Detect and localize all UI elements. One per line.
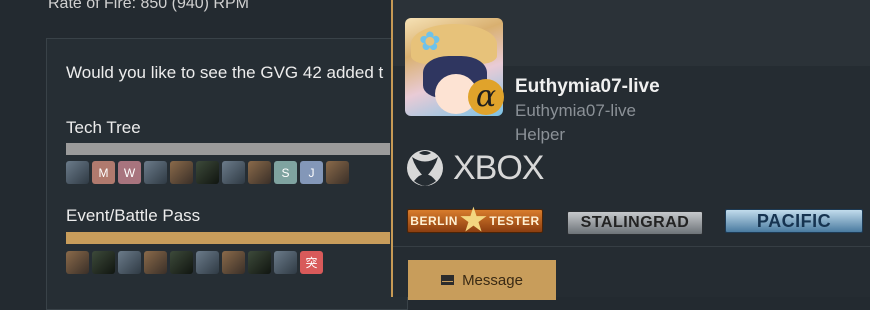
voter-avatar[interactable] bbox=[92, 251, 115, 274]
star-icon: ★ bbox=[459, 204, 488, 237]
voter-avatar[interactable] bbox=[118, 251, 141, 274]
badge-text-berlin: BERLIN bbox=[410, 214, 458, 228]
voter-avatar[interactable] bbox=[66, 161, 89, 184]
message-button-label: Message bbox=[462, 271, 523, 289]
berlin-tester-badge: BERLIN ★ TESTER bbox=[407, 204, 543, 237]
poll-voter-list: 突 bbox=[66, 251, 323, 274]
flower-icon: ✿ bbox=[419, 26, 441, 56]
voter-avatar[interactable] bbox=[66, 251, 89, 274]
voter-avatar-letter[interactable]: 突 bbox=[300, 251, 323, 274]
poll-option-label: Event/Battle Pass bbox=[66, 206, 201, 225]
voter-avatar-letter[interactable]: M bbox=[92, 161, 115, 184]
member-tooltip: ✿ α Euthymia07-live Euthymia07-live Help… bbox=[391, 0, 870, 300]
stalingrad-badge: STALINGRAD bbox=[567, 211, 703, 235]
badge-text-tester: TESTER bbox=[489, 214, 540, 228]
xbox-platform-badge: XBOX bbox=[405, 148, 544, 188]
badge-text-stalingrad: STALINGRAD bbox=[580, 214, 690, 231]
xbox-logo-icon bbox=[407, 150, 443, 186]
poll-result-bar-fill bbox=[66, 232, 390, 244]
alpha-badge-icon: α bbox=[468, 79, 504, 115]
voter-avatar[interactable] bbox=[170, 161, 193, 184]
voter-avatar[interactable] bbox=[222, 161, 245, 184]
badge-text-pacific: PACIFIC bbox=[756, 210, 832, 231]
voter-avatar[interactable] bbox=[170, 251, 193, 274]
voter-avatar[interactable] bbox=[274, 251, 297, 274]
poll-question: Would you like to see the GVG 42 added t bbox=[66, 63, 384, 82]
voter-avatar[interactable] bbox=[326, 161, 349, 184]
voter-avatar-letter[interactable]: W bbox=[118, 161, 141, 184]
tooltip-divider bbox=[393, 246, 870, 247]
poll-voter-list: MW SJ bbox=[66, 161, 349, 184]
member-title: Euthymia07-live bbox=[515, 101, 636, 120]
voter-avatar[interactable] bbox=[196, 161, 219, 184]
envelope-icon bbox=[441, 275, 455, 285]
poll-result-bar-fill bbox=[66, 143, 390, 155]
poll-option-label: Tech Tree bbox=[66, 118, 141, 137]
stat-line: Rate of Fire: 850 (940) RPM bbox=[48, 0, 249, 12]
xbox-label: XBOX bbox=[453, 148, 544, 187]
member-role: Helper bbox=[515, 125, 566, 144]
voter-avatar[interactable] bbox=[222, 251, 245, 274]
voter-avatar-letter[interactable]: J bbox=[300, 161, 323, 184]
voter-avatar[interactable] bbox=[196, 251, 219, 274]
message-button[interactable]: Message bbox=[408, 260, 556, 300]
voter-avatar[interactable] bbox=[144, 251, 167, 274]
member-username[interactable]: Euthymia07-live bbox=[515, 76, 660, 98]
poll-result-bar bbox=[66, 232, 390, 244]
voter-avatar[interactable] bbox=[248, 251, 271, 274]
voter-avatar[interactable] bbox=[144, 161, 167, 184]
poll-result-bar bbox=[66, 143, 390, 155]
pacific-badge: PACIFIC bbox=[725, 209, 863, 233]
voter-avatar-letter[interactable]: S bbox=[274, 161, 297, 184]
voter-avatar[interactable] bbox=[248, 161, 271, 184]
